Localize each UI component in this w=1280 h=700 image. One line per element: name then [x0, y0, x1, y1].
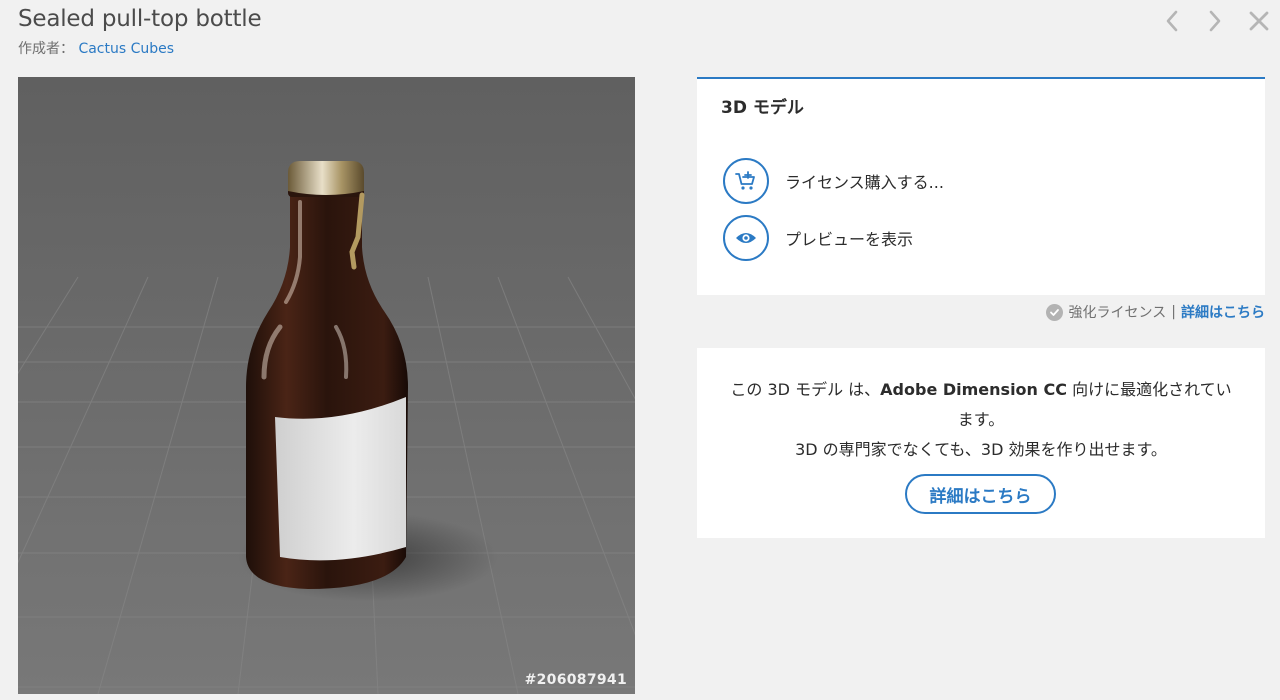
eye-icon [736, 233, 756, 243]
license-details-link[interactable]: 詳細はこちら [1181, 302, 1265, 322]
cart-circle [723, 158, 769, 204]
license-type: 強化ライセンス [1068, 305, 1167, 321]
cart-add-icon [735, 171, 755, 190]
info-line-1: この 3D モデル は、Adobe Dimension CC 向けに最適化されて… [727, 375, 1235, 435]
panel-title: 3D モデル [721, 98, 804, 118]
close-icon [1249, 11, 1269, 31]
info-text: この 3D モデル は、Adobe Dimension CC 向けに最適化されて… [727, 375, 1235, 465]
info-brand: Adobe Dimension CC [880, 380, 1067, 399]
prev-button[interactable] [1160, 8, 1184, 34]
author-link[interactable]: Cactus Cubes [78, 41, 174, 57]
info-line-2: 3D の専門家でなくても、3D 効果を作り出せます。 [795, 440, 1167, 459]
chevron-right-icon [1209, 10, 1221, 32]
next-button[interactable] [1203, 8, 1227, 34]
preview-button[interactable]: プレビューを表示 [723, 215, 913, 261]
info-line-1-pre: この 3D モデル は、 [730, 380, 881, 399]
close-button[interactable] [1247, 8, 1271, 34]
learn-more-button[interactable]: 詳細はこちら [905, 474, 1056, 514]
license-label: ライセンス購入する... [785, 173, 944, 192]
bottle-render [18, 77, 635, 694]
model-panel: 3D モデル ライセンス購入する... プレビューを表示 [697, 77, 1265, 295]
author-line: 作成者： Cactus Cubes [18, 38, 174, 58]
check-circle-icon [1045, 303, 1063, 321]
chevron-left-icon [1166, 10, 1178, 32]
author-prefix: 作成者： [18, 41, 74, 57]
license-button[interactable]: ライセンス購入する... [723, 158, 944, 204]
page-title: Sealed pull-top bottle [18, 6, 262, 32]
eye-circle [723, 215, 769, 261]
model-preview-image: #206087941 [18, 77, 635, 694]
license-separator: | [1171, 304, 1176, 320]
license-info: 強化ライセンス | 詳細はこちら [1045, 302, 1265, 322]
asset-id: #206087941 [524, 672, 627, 688]
dimension-info-box: この 3D モデル は、Adobe Dimension CC 向けに最適化されて… [697, 348, 1265, 538]
preview-label: プレビューを表示 [785, 230, 914, 249]
